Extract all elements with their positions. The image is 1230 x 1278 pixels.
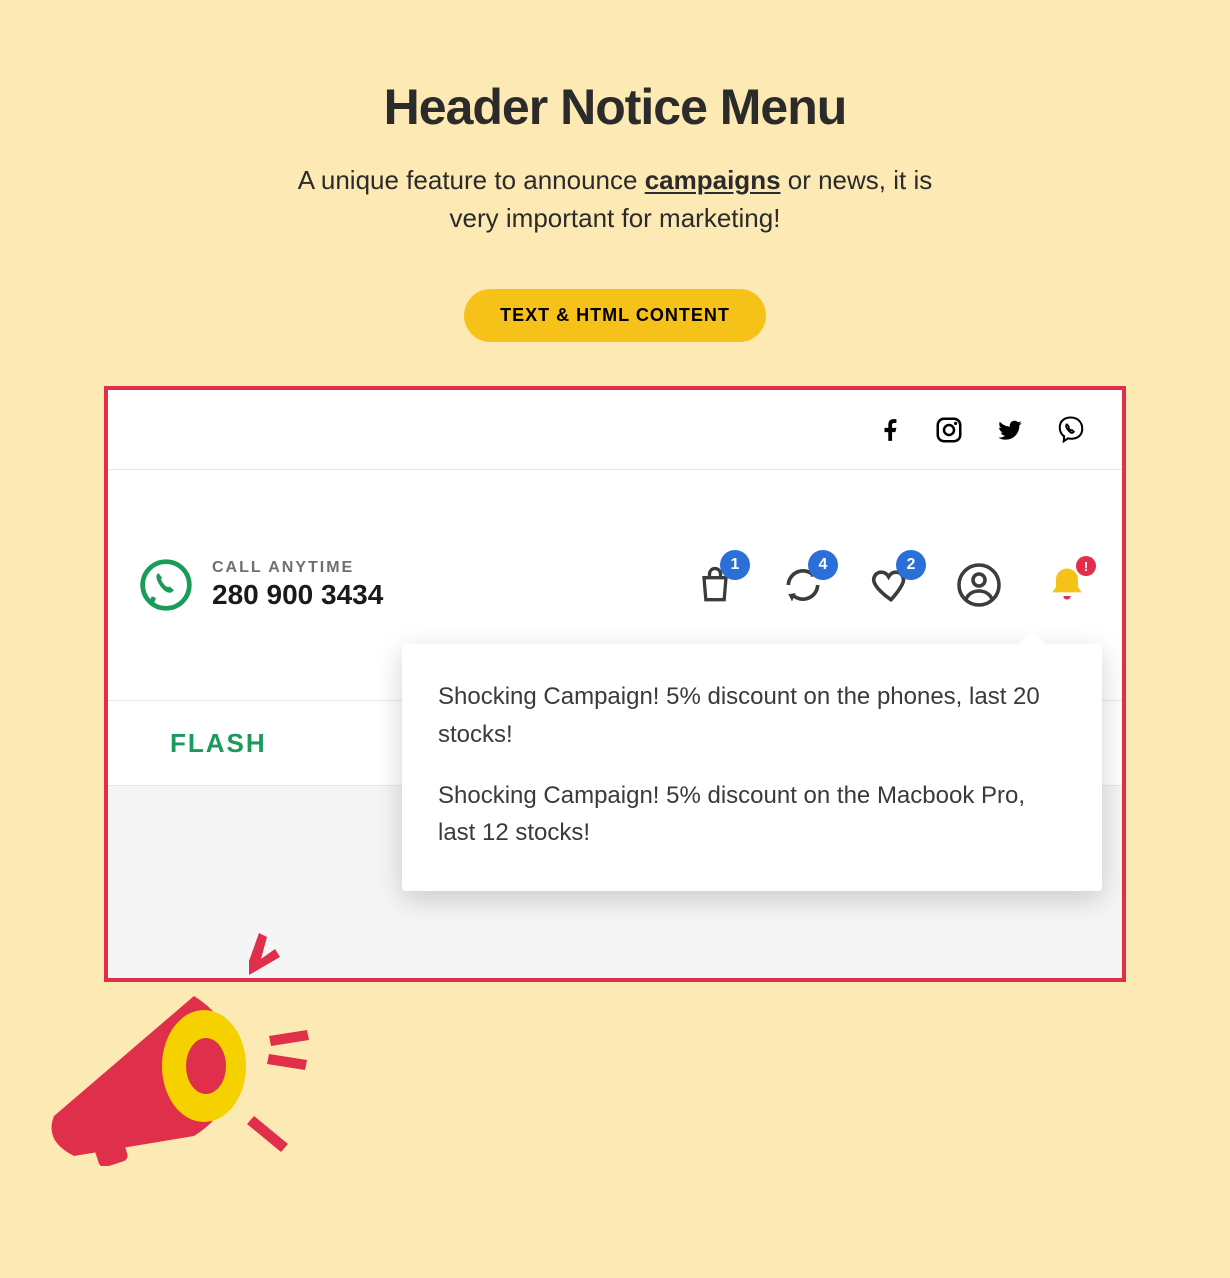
megaphone-decoration: [34, 926, 314, 1166]
header-actions: 1 4 2 !: [690, 560, 1092, 610]
page-title: Header Notice Menu: [0, 78, 1230, 136]
subtitle-pre: A unique feature to announce: [298, 165, 645, 195]
cart-button[interactable]: 1: [690, 560, 740, 610]
compare-badge: 4: [808, 550, 838, 580]
wishlist-badge: 2: [896, 550, 926, 580]
facebook-icon[interactable]: [878, 415, 904, 445]
call-number[interactable]: 280 900 3434: [212, 579, 383, 611]
social-topbar: [108, 390, 1122, 470]
wishlist-button[interactable]: 2: [866, 560, 916, 610]
instagram-icon[interactable]: [934, 415, 964, 445]
flash-label: FLASH: [170, 728, 267, 759]
bell-alert-dot: !: [1076, 556, 1096, 576]
call-block: CALL ANYTIME 280 900 3434: [138, 557, 383, 613]
page-subtitle: A unique feature to announce campaigns o…: [275, 162, 955, 237]
subtitle-underline: campaigns: [645, 165, 781, 195]
notice-item[interactable]: Shocking Campaign! 5% discount on the Ma…: [438, 777, 1066, 851]
notice-dropdown: Shocking Campaign! 5% discount on the ph…: [402, 644, 1102, 891]
notice-bell-button[interactable]: !: [1042, 560, 1092, 610]
viber-icon[interactable]: [1056, 415, 1086, 445]
account-button[interactable]: [954, 560, 1004, 610]
whatsapp-icon[interactable]: [138, 557, 194, 613]
cart-badge: 1: [720, 550, 750, 580]
notice-item[interactable]: Shocking Campaign! 5% discount on the ph…: [438, 678, 1066, 752]
compare-button[interactable]: 4: [778, 560, 828, 610]
showcase-frame: CALL ANYTIME 280 900 3434 1 4 2 !: [104, 386, 1126, 982]
content-type-pill: TEXT & HTML CONTENT: [464, 289, 766, 342]
call-label: CALL ANYTIME: [212, 559, 383, 577]
twitter-icon[interactable]: [994, 416, 1026, 444]
